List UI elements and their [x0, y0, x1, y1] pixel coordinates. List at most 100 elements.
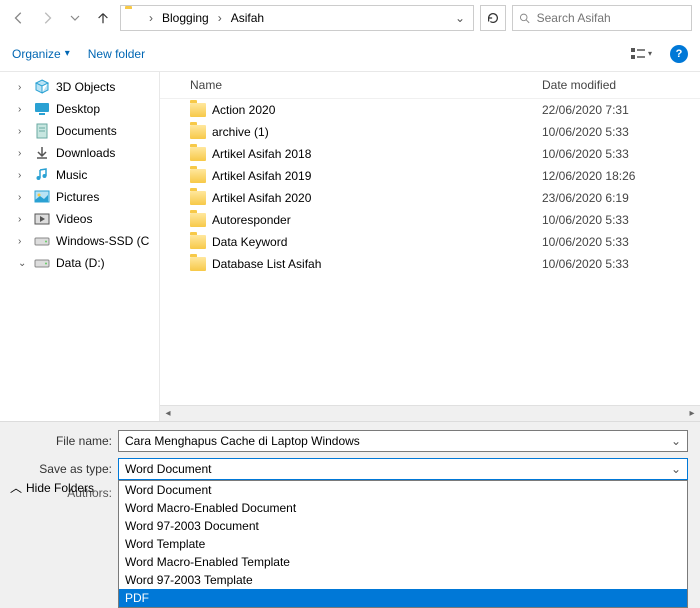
- savetype-label: Save as type:: [12, 462, 112, 476]
- chevron-right-icon: ›: [216, 11, 224, 25]
- savetype-option[interactable]: PDF: [119, 589, 687, 607]
- scroll-right-icon[interactable]: ▸: [684, 408, 700, 419]
- chevron-right-icon: ›: [147, 11, 155, 25]
- folder-icon: [190, 235, 206, 249]
- savetype-option[interactable]: Word Macro-Enabled Document: [119, 499, 687, 517]
- filename-input[interactable]: Cara Menghapus Cache di Laptop Windows⌄: [118, 430, 688, 452]
- sidebar-item-label: Desktop: [56, 102, 100, 116]
- sidebar-item[interactable]: › Videos: [0, 208, 159, 230]
- drive-icon: [34, 233, 50, 249]
- folder-icon: [190, 191, 206, 205]
- file-name: Artikel Asifah 2020: [212, 191, 311, 205]
- refresh-button[interactable]: [480, 5, 506, 31]
- file-name: Autoresponder: [212, 213, 291, 227]
- sidebar-item[interactable]: ›Windows-SSD (C: [0, 230, 159, 252]
- tree-caret-icon[interactable]: ›: [18, 214, 28, 225]
- forward-button[interactable]: [36, 7, 58, 29]
- sidebar-item[interactable]: ›Pictures: [0, 186, 159, 208]
- toolbar: Organize▾ New folder ▾ ?: [0, 36, 700, 72]
- tree-caret-icon[interactable]: ›: [18, 126, 28, 137]
- chevron-down-icon: ▾: [65, 48, 70, 59]
- savetype-option[interactable]: Word Macro-Enabled Template: [119, 553, 687, 571]
- sidebar-item[interactable]: ⌄ Data (D:): [0, 252, 159, 274]
- path-segment[interactable]: Asifah: [228, 11, 267, 25]
- file-date: 10/06/2020 5:33: [542, 235, 692, 249]
- file-row[interactable]: archive (1) 10/06/2020 5:33: [160, 121, 700, 143]
- tree-caret-icon[interactable]: ›: [18, 236, 28, 247]
- desktop-icon: [34, 101, 50, 117]
- tree-caret-icon[interactable]: ›: [18, 170, 28, 181]
- path-segment[interactable]: Blogging: [159, 11, 212, 25]
- help-button[interactable]: ?: [670, 45, 688, 63]
- folder-icon: [125, 9, 143, 27]
- file-name: Database List Asifah: [212, 257, 321, 271]
- chevron-down-icon[interactable]: ⌄: [671, 434, 681, 448]
- sidebar-item[interactable]: ›Music: [0, 164, 159, 186]
- back-button[interactable]: [8, 7, 30, 29]
- sidebar-item-label: Videos: [56, 212, 92, 226]
- organize-menu[interactable]: Organize▾: [12, 47, 70, 61]
- video-icon: [34, 211, 50, 227]
- file-row[interactable]: Artikel Asifah 201912/06/2020 18:26: [160, 165, 700, 187]
- file-row[interactable]: Action 202022/06/2020 7:31: [160, 99, 700, 121]
- tree-caret-icon[interactable]: ›: [18, 82, 28, 93]
- view-options-button[interactable]: ▾: [630, 43, 652, 65]
- tree-caret-icon[interactable]: ⌄: [18, 258, 28, 269]
- scroll-left-icon[interactable]: ◂: [160, 408, 176, 419]
- sidebar-item[interactable]: › 3D Objects: [0, 76, 159, 98]
- tree-caret-icon[interactable]: ›: [18, 104, 28, 115]
- sidebar-item-label: Data (D:): [56, 256, 105, 270]
- column-date[interactable]: Date modified: [542, 78, 692, 92]
- file-list[interactable]: Action 202022/06/2020 7:31 archive (1) 10/…: [160, 99, 700, 405]
- savetype-option[interactable]: Word Template: [119, 535, 687, 553]
- new-folder-button[interactable]: New folder: [88, 47, 145, 61]
- file-name: Data Keyword: [212, 235, 287, 249]
- file-row[interactable]: Artikel Asifah 2020 23/06/2020 6:19: [160, 187, 700, 209]
- search-box[interactable]: [512, 5, 692, 31]
- sidebar-item-label: 3D Objects: [56, 80, 115, 94]
- column-headers[interactable]: Name Date modified: [160, 72, 700, 99]
- recent-dropdown[interactable]: [64, 7, 86, 29]
- nav-bar: › Blogging › Asifah ⌄: [0, 0, 700, 36]
- savetype-combo[interactable]: Word Document⌄: [118, 458, 688, 480]
- filename-label: File name:: [12, 434, 112, 448]
- savetype-option[interactable]: Word 97-2003 Document: [119, 517, 687, 535]
- up-button[interactable]: [92, 7, 114, 29]
- search-input[interactable]: [537, 11, 685, 25]
- savetype-option[interactable]: Word 97-2003 Template: [119, 571, 687, 589]
- sidebar-item[interactable]: ›Downloads: [0, 142, 159, 164]
- doc-icon: [34, 123, 50, 139]
- music-icon: [34, 167, 50, 183]
- sidebar-item[interactable]: › Desktop: [0, 98, 159, 120]
- chevron-down-icon[interactable]: ⌄: [451, 11, 469, 25]
- sidebar-item[interactable]: › Documents: [0, 120, 159, 142]
- tree-caret-icon[interactable]: ›: [18, 192, 28, 203]
- cube-icon: [34, 79, 50, 95]
- folder-icon: [190, 103, 206, 117]
- savetype-dropdown[interactable]: Word DocumentWord Macro-Enabled Document…: [118, 480, 688, 608]
- folder-icon: [190, 257, 206, 271]
- sidebar-item-label: Documents: [56, 124, 117, 138]
- folder-icon: [190, 147, 206, 161]
- file-date: 10/06/2020 5:33: [542, 147, 692, 161]
- column-name[interactable]: Name: [190, 78, 542, 92]
- download-icon: [34, 145, 50, 161]
- nav-tree[interactable]: ›3D Objects›Desktop›Documents›Downloads›…: [0, 72, 160, 421]
- main-area: ›3D Objects›Desktop›Documents›Downloads›…: [0, 72, 700, 421]
- savetype-option[interactable]: Word Document: [119, 481, 687, 499]
- horizontal-scrollbar[interactable]: ◂ ▸: [160, 405, 700, 421]
- file-name: Action 2020: [212, 103, 275, 117]
- picture-icon: [34, 189, 50, 205]
- file-row[interactable]: Artikel Asifah 201810/06/2020 5:33: [160, 143, 700, 165]
- file-date: 10/06/2020 5:33: [542, 257, 692, 271]
- file-date: 10/06/2020 5:33: [542, 125, 692, 139]
- file-row[interactable]: Autoresponder10/06/2020 5:33: [160, 209, 700, 231]
- file-row[interactable]: Data Keyword 10/06/2020 5:33: [160, 231, 700, 253]
- file-name: archive (1): [212, 125, 269, 139]
- tree-caret-icon[interactable]: ›: [18, 148, 28, 159]
- file-date: 12/06/2020 18:26: [542, 169, 692, 183]
- file-row[interactable]: Database List Asifah 10/06/2020 5:33: [160, 253, 700, 275]
- file-date: 23/06/2020 6:19: [542, 191, 692, 205]
- address-bar[interactable]: › Blogging › Asifah ⌄: [120, 5, 474, 31]
- hide-folders-toggle[interactable]: ︿ Hide Folders: [10, 479, 94, 496]
